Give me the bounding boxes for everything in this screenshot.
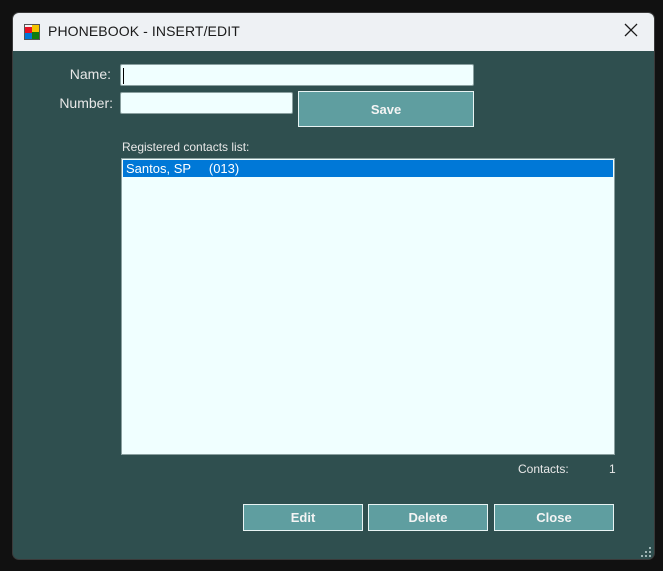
resize-grip-icon[interactable] — [640, 545, 652, 557]
phonebook-window: PHONEBOOK - INSERT/EDIT Name: Number: Sa… — [13, 13, 654, 559]
name-input[interactable] — [120, 64, 474, 86]
contacts-list-label: Registered contacts list: — [122, 140, 250, 154]
save-button[interactable]: Save — [298, 91, 474, 127]
title-bar: PHONEBOOK - INSERT/EDIT — [13, 13, 654, 51]
edit-button[interactable]: Edit — [243, 504, 363, 531]
delete-button[interactable]: Delete — [368, 504, 488, 531]
number-input[interactable] — [120, 92, 293, 114]
close-button[interactable]: Close — [494, 504, 614, 531]
window-close-button[interactable] — [608, 13, 654, 51]
contacts-count-value: 1 — [609, 462, 616, 476]
window-title: PHONEBOOK - INSERT/EDIT — [48, 23, 240, 39]
name-label: Name: — [69, 66, 111, 82]
close-icon — [624, 23, 638, 42]
text-caret — [123, 68, 124, 84]
contacts-count-label: Contacts: — [518, 462, 569, 476]
number-label: Number: — [59, 95, 113, 111]
list-item[interactable]: Santos, SP (013) — [123, 160, 613, 177]
contacts-listbox[interactable]: Santos, SP (013) — [121, 158, 615, 455]
app-window-icon — [24, 24, 40, 40]
